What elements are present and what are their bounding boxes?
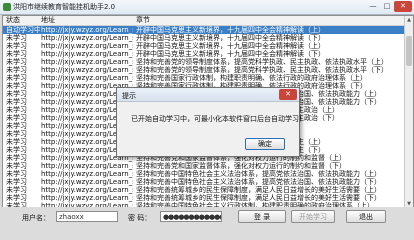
chapter-cell: 坚持和完善党和国家监督体系，强化对权力运行的制约和监督（下） — [136, 162, 346, 170]
status-cell: 未学习 — [6, 74, 27, 82]
window-title: 洪阳市继续教育智能挂机助手2.0 — [13, 3, 116, 11]
address-cell: http://jxjy.wzyz.org/Learn_show.asp?ID=4… — [41, 42, 133, 50]
status-cell: 未学习 — [6, 186, 27, 194]
chapter-cell: 坚持和完善党的领导制度体系，提高党科学执政、民主执政、依法执政水平（下） — [136, 66, 388, 74]
status-cell: 未学习 — [6, 34, 27, 42]
table-row[interactable]: 未学习 http://jxjy.wzyz.org/Learn_show.asp?I… — [3, 74, 405, 82]
exit-button[interactable]: 退出 — [346, 210, 386, 223]
close-button[interactable]: ✕ — [394, 1, 412, 12]
status-cell: 未学习 — [6, 146, 27, 154]
status-cell: 未学习 — [6, 138, 27, 146]
login-button[interactable]: 登 录 — [238, 210, 286, 223]
dialog-close-button[interactable]: ✕ — [279, 89, 297, 100]
column-header-address[interactable]: 地址 — [41, 16, 133, 24]
table-row[interactable]: 未学习 http://jxjy.wzyz.org/Learn_show.asp?I… — [3, 186, 405, 194]
list-header: 状态 地址 章节 — [3, 16, 405, 26]
status-cell: 未学习 — [6, 50, 27, 58]
status-cell: 未学习 — [6, 82, 27, 90]
password-input[interactable]: ●●●●●●●●●●●● — [160, 211, 222, 222]
dialog-title-bar: 提示 ✕ — [117, 88, 299, 102]
scroll-up-icon[interactable]: ▲ — [405, 16, 413, 24]
scroll-thumb[interactable] — [406, 36, 412, 66]
chapter-cell: 坚持和完善统筹城乡的民生保障制度，满足人民日益增长的美好生活需要（上） — [136, 186, 381, 194]
status-cell: 未学习 — [6, 130, 27, 138]
address-cell: http://jxjy.wzyz.org/Learn_show.asp?ID=4… — [41, 178, 133, 186]
status-cell: 未学习 — [6, 90, 27, 98]
status-cell: 自动学习中 — [6, 26, 40, 34]
column-header-status[interactable]: 状态 — [6, 16, 40, 24]
username-label: 用户名： — [22, 214, 50, 222]
login-bar: 用户名： zhaoxx 密 码： ●●●●●●●●●●●● 登 录 开始学习 退… — [0, 207, 414, 240]
chapter-cell: 开辟中国马克思主义新境界，十九届四中全会精神解读（下） — [136, 50, 325, 58]
address-cell: http://jxjy.wzyz.org/Learn_show.asp?ID=4… — [41, 34, 133, 42]
status-cell: 未学习 — [6, 106, 27, 114]
status-cell: 未学习 — [6, 170, 27, 178]
table-row[interactable]: 自动学习中http://jxjy.wzyz.org/Learn_show.asp… — [3, 26, 405, 34]
status-cell: 未学习 — [6, 178, 27, 186]
dialog-message: 已开始自动学习中，可最小化本软件窗口后台自动学习！ — [131, 115, 306, 123]
chapter-cell: 坚持和完善中国特色社会主义法治体系，提高党依法治国、依法执政能力（下） — [136, 178, 381, 186]
table-row[interactable]: 未学习 http://jxjy.wzyz.org/Learn_show.asp?I… — [3, 50, 405, 58]
minimize-button[interactable]: — — [366, 1, 380, 12]
status-cell: 未学习 — [6, 154, 27, 162]
table-row[interactable]: 未学习 http://jxjy.wzyz.org/Learn_show.asp?I… — [3, 178, 405, 186]
address-cell: http://jxjy.wzyz.org/Learn_show.asp?ID=4… — [41, 186, 133, 194]
table-row[interactable]: 未学习 http://jxjy.wzyz.org/Learn_show.asp?I… — [3, 162, 405, 170]
info-dialog: 提示 ✕ 已开始自动学习中，可最小化本软件窗口后台自动学习！ 确定 — [116, 87, 306, 157]
address-cell: http://jxjy.wzyz.org/Learn_show.asp?ID=4… — [41, 194, 133, 202]
maximize-button[interactable]: □ — [380, 1, 394, 12]
chapter-cell: 开辟中国马克思主义新境界，十九届四中全会精神解读（上） — [136, 26, 325, 34]
chapter-cell: 坚持和完善国家行政体制，构建职责明确、依法行政的政府治理体系（上） — [136, 74, 367, 82]
status-cell: 未学习 — [6, 162, 27, 170]
status-cell: 未学习 — [6, 114, 27, 122]
table-row[interactable]: 未学习 http://jxjy.wzyz.org/Learn_show.asp?I… — [3, 42, 405, 50]
address-cell: http://jxjy.wzyz.org/Learn_show.asp?ID=4… — [41, 50, 133, 58]
chapter-cell: 坚持和完善党的领导制度体系，提高党科学执政、民主执政、依法执政水平（上） — [136, 58, 388, 66]
address-cell: http://jxjy.wzyz.org/Learn_show.asp?ID=4… — [41, 162, 133, 170]
dialog-ok-button[interactable]: 确定 — [245, 138, 285, 150]
table-row[interactable]: 未学习 http://jxjy.wzyz.org/Learn_show.asp?I… — [3, 170, 405, 178]
table-row[interactable]: 未学习 http://jxjy.wzyz.org/Learn_show.asp?I… — [3, 58, 405, 66]
status-cell: 未学习 — [6, 122, 27, 130]
address-cell: http://jxjy.wzyz.org/Learn_show.asp?ID=4… — [41, 66, 133, 74]
title-bar: 洪阳市继续教育智能挂机助手2.0 — □ ✕ — [0, 0, 414, 15]
status-cell: 未学习 — [6, 98, 27, 106]
address-cell: http://jxjy.wzyz.org/Learn_show.asp?ID=4… — [41, 170, 133, 178]
chapter-cell: 开辟中国马克思主义新境界，十九届四中全会精神解读（上） — [136, 42, 325, 50]
vertical-scrollbar[interactable]: ▲ ▼ — [404, 16, 413, 208]
status-cell: 未学习 — [6, 58, 27, 66]
start-learning-button[interactable]: 开始学习 — [291, 210, 335, 223]
dialog-title: 提示 — [122, 92, 136, 100]
column-header-chapter[interactable]: 章节 — [136, 16, 404, 24]
password-label: 密 码： — [128, 214, 152, 222]
username-input[interactable]: zhaoxx — [56, 211, 118, 222]
chapter-cell: 坚持和完善统筹城乡的民生保障制度，满足人民日益增长的美好生活需要（下） — [136, 194, 381, 202]
table-row[interactable]: 未学习 http://jxjy.wzyz.org/Learn_show.asp?I… — [3, 194, 405, 202]
status-cell: 未学习 — [6, 42, 27, 50]
table-row[interactable]: 未学习 http://jxjy.wzyz.org/Learn_show.asp?I… — [3, 66, 405, 74]
chapter-cell: 坚持和完善中国特色社会主义法治体系，提高党依法治国、依法执政能力（上） — [136, 170, 381, 178]
chapter-cell: 开辟中国马克思主义新境界，十九届四中全会精神解读（下） — [136, 34, 325, 42]
address-cell: http://jxjy.wzyz.org/Learn_show.asp?ID=4… — [41, 74, 133, 82]
status-cell: 未学习 — [6, 194, 27, 202]
address-cell: http://jxjy.wzyz.org/Learn_show.asp?ID=4… — [41, 26, 133, 34]
address-cell: http://jxjy.wzyz.org/Learn_show.asp?ID=4… — [41, 58, 133, 66]
table-row[interactable]: 未学习 http://jxjy.wzyz.org/Learn_show.asp?I… — [3, 34, 405, 42]
status-cell: 未学习 — [6, 66, 27, 74]
app-icon — [3, 3, 11, 11]
